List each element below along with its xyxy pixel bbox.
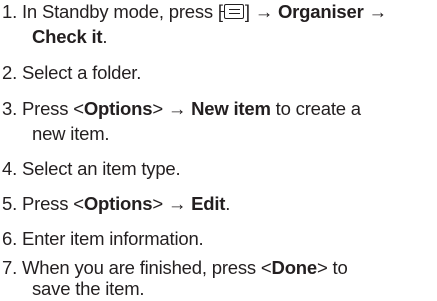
step-number: 4. [2, 158, 18, 179]
step-text: → [363, 1, 388, 22]
step-text: > → [152, 193, 192, 214]
step-text: Select a folder. [21, 62, 142, 83]
step-6: 6. Enter item information. [2, 227, 204, 251]
step-text: > → [152, 98, 192, 119]
step-text: When you are finished, press < [21, 257, 272, 278]
menu-key-icon [219, 4, 244, 19]
softkey-options: Options [83, 193, 153, 214]
menu-item-new-item: New item [191, 98, 271, 119]
step-7-continued: save the item. [32, 277, 145, 301]
step-3: 3. Press <Options> → New item to create … [2, 97, 361, 121]
step-text: new item. [32, 123, 110, 144]
step-text: Press < [21, 98, 84, 119]
menu-item-edit: Edit [191, 193, 226, 214]
step-1-continued: Check it. [32, 25, 108, 49]
step-1: 1. In Standby mode, press [ ] → Organiser… [2, 0, 387, 24]
menu-item-organiser: Organiser [277, 1, 364, 22]
softkey-options: Options [83, 98, 153, 119]
step-text: . [102, 26, 108, 47]
step-text: Enter item information. [21, 228, 204, 249]
step-text: > to [316, 257, 348, 278]
step-number: 2. [2, 62, 18, 83]
step-number: 3. [2, 98, 18, 119]
instruction-steps: 1. In Standby mode, press [ ] → Organiser… [0, 0, 437, 300]
step-2: 2. Select a folder. [2, 61, 141, 85]
step-text: Press < [21, 193, 84, 214]
menu-item-check-it: Check it [32, 26, 103, 47]
step-text: ] → [244, 1, 278, 22]
step-text: In Standby mode, press [ [21, 1, 223, 22]
step-4: 4. Select an item type. [2, 157, 181, 181]
step-number: 6. [2, 228, 18, 249]
softkey-done: Done [271, 257, 318, 278]
step-text: to create a [270, 98, 361, 119]
step-number: 7. [2, 257, 18, 278]
step-text: save the item. [32, 278, 145, 299]
step-5: 5. Press <Options> → Edit. [2, 192, 230, 216]
step-text: . [225, 193, 231, 214]
step-3-continued: new item. [32, 122, 110, 146]
step-number: 5. [2, 193, 18, 214]
step-text: Select an item type. [21, 158, 181, 179]
step-number: 1. [2, 1, 18, 22]
